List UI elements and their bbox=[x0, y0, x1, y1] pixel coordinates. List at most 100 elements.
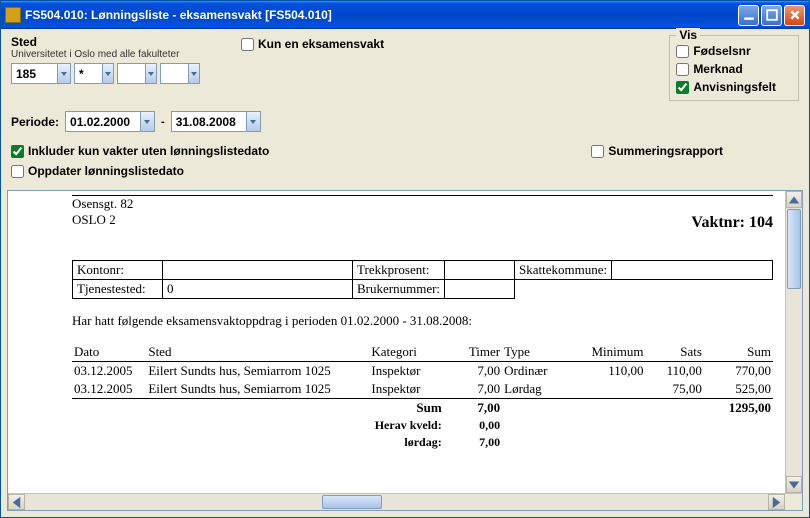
app-window: FS504.010: Lønningsliste - eksamensvakt … bbox=[0, 0, 810, 518]
period-text: Har hatt følgende eksamensvaktoppdrag i … bbox=[72, 313, 773, 329]
sum-label: Sum bbox=[369, 399, 443, 418]
close-button[interactable] bbox=[784, 5, 805, 26]
vis-anvisningsfelt-label: Anvisningsfelt bbox=[693, 80, 776, 94]
data-table: Dato Sted Kategori Timer Type Minimum Sa… bbox=[72, 343, 773, 451]
cell-timer: 7,00 bbox=[444, 380, 502, 399]
lordag-row: lørdag: 7,00 bbox=[72, 434, 773, 451]
chevron-down-icon[interactable] bbox=[102, 64, 113, 83]
sted-sublabel: Universitetet i Oslo med alle fakulteter bbox=[11, 49, 221, 60]
cell-timer: 7,00 bbox=[444, 362, 502, 381]
periode-from-input[interactable] bbox=[66, 115, 140, 129]
th-sats: Sats bbox=[646, 343, 704, 362]
minimize-button[interactable] bbox=[738, 5, 759, 26]
sum-total: 1295,00 bbox=[704, 399, 773, 418]
th-dato: Dato bbox=[72, 343, 146, 362]
sted-input-1[interactable] bbox=[12, 67, 57, 81]
periode-separator: - bbox=[161, 116, 165, 128]
inkluder-checkbox[interactable] bbox=[11, 145, 24, 158]
th-type: Type bbox=[502, 343, 571, 362]
scroll-corner bbox=[785, 494, 802, 510]
th-sted: Sted bbox=[146, 343, 369, 362]
scroll-right-button[interactable] bbox=[768, 494, 785, 510]
vis-merknad-row[interactable]: Merknad bbox=[676, 62, 776, 76]
scroll-down-button[interactable] bbox=[786, 476, 802, 493]
skattekommune-value bbox=[612, 261, 773, 280]
sted-input-2[interactable] bbox=[75, 67, 102, 81]
info-table: Kontonr: Trekkprosent: Skattekommune: Tj… bbox=[72, 260, 773, 299]
scroll-thumb-h[interactable] bbox=[322, 495, 382, 509]
herav-kveld-row: Herav kveld: 0,00 bbox=[72, 417, 773, 434]
sted-combo-3[interactable] bbox=[117, 63, 157, 84]
app-icon bbox=[5, 7, 21, 23]
chevron-down-icon[interactable] bbox=[140, 112, 154, 131]
vertical-scrollbar[interactable] bbox=[785, 191, 802, 493]
chevron-down-icon[interactable] bbox=[57, 64, 70, 83]
herav-kveld-label: Herav kveld: bbox=[369, 417, 443, 434]
tjenestested-value: 0 bbox=[163, 280, 353, 299]
periode-to-combo[interactable] bbox=[171, 111, 261, 132]
cell-sum: 525,00 bbox=[704, 380, 773, 399]
sted-input-4[interactable] bbox=[161, 67, 188, 81]
cell-sted: Eilert Sundts hus, Semiarrom 1025 bbox=[146, 380, 369, 399]
sum-row: Sum 7,00 1295,00 bbox=[72, 399, 773, 418]
kontonr-value bbox=[163, 261, 353, 280]
cell-sats: 110,00 bbox=[646, 362, 704, 381]
summering-label: Summeringsrapport bbox=[608, 144, 723, 158]
window-buttons bbox=[738, 5, 805, 26]
sted-combo-4[interactable] bbox=[160, 63, 200, 84]
report-body: Osensgt. 82 OSLO 2 Vaktnr: 104 Kontonr: … bbox=[8, 191, 785, 493]
scroll-up-button[interactable] bbox=[786, 191, 802, 208]
chevron-down-icon[interactable] bbox=[145, 64, 156, 83]
vaktnr: Vaktnr: 104 bbox=[691, 196, 773, 232]
sted-combo-1[interactable] bbox=[11, 63, 71, 84]
inkluder-label: Inkluder kun vakter uten lønningslisteda… bbox=[28, 144, 269, 158]
th-kategori: Kategori bbox=[369, 343, 443, 362]
vis-fodselsnr-checkbox[interactable] bbox=[676, 45, 689, 58]
oppdater-checkbox[interactable] bbox=[11, 165, 24, 178]
kontonr-label: Kontonr: bbox=[73, 261, 163, 280]
chevron-down-icon[interactable] bbox=[246, 112, 260, 131]
scroll-thumb[interactable] bbox=[787, 209, 801, 289]
maximize-button[interactable] bbox=[761, 5, 782, 26]
cell-dato: 03.12.2005 bbox=[72, 380, 146, 399]
summering-row[interactable]: Summeringsrapport bbox=[591, 144, 723, 158]
vaktnr-value: 104 bbox=[749, 214, 773, 231]
empty-cell bbox=[515, 280, 773, 299]
oppdater-row[interactable]: Oppdater lønningslistedato bbox=[11, 164, 799, 178]
kun-en-checkbox-row[interactable]: Kun en eksamensvakt bbox=[241, 37, 384, 51]
lordag-label: lørdag: bbox=[369, 434, 443, 451]
cell-sats: 75,00 bbox=[646, 380, 704, 399]
periode-to-input[interactable] bbox=[172, 115, 246, 129]
periode-label: Periode: bbox=[11, 115, 59, 129]
scroll-left-button[interactable] bbox=[8, 494, 25, 510]
sted-label: Sted bbox=[11, 35, 221, 49]
table-row: 03.12.2005 Eilert Sundts hus, Semiarrom … bbox=[72, 380, 773, 399]
sted-combo-2[interactable] bbox=[74, 63, 114, 84]
sted-input-3[interactable] bbox=[118, 67, 145, 81]
cell-minimum: 110,00 bbox=[571, 362, 645, 381]
sted-group: Sted Universitetet i Oslo med alle fakul… bbox=[11, 35, 221, 84]
vis-fodselsnr-row[interactable]: Fødselsnr bbox=[676, 44, 776, 58]
inkluder-row[interactable]: Inkluder kun vakter uten lønningslisteda… bbox=[11, 144, 269, 158]
sum-timer: 7,00 bbox=[444, 399, 502, 418]
window-title: FS504.010: Lønningsliste - eksamensvakt … bbox=[25, 8, 738, 22]
periode-from-combo[interactable] bbox=[65, 111, 155, 132]
vis-merknad-label: Merknad bbox=[693, 62, 742, 76]
vis-anvisningsfelt-checkbox[interactable] bbox=[676, 81, 689, 94]
cell-dato: 03.12.2005 bbox=[72, 362, 146, 381]
address-line-2: OSLO 2 bbox=[72, 212, 133, 228]
chevron-down-icon[interactable] bbox=[188, 64, 199, 83]
vis-fodselsnr-label: Fødselsnr bbox=[693, 44, 750, 58]
scroll-track-h[interactable] bbox=[25, 494, 768, 510]
horizontal-scrollbar[interactable] bbox=[8, 493, 802, 510]
kun-en-checkbox[interactable] bbox=[241, 38, 254, 51]
vis-anvisningsfelt-row[interactable]: Anvisningsfelt bbox=[676, 80, 776, 94]
summering-checkbox[interactable] bbox=[591, 145, 604, 158]
scroll-track[interactable] bbox=[786, 290, 802, 476]
kun-en-label: Kun en eksamensvakt bbox=[258, 37, 384, 51]
th-timer: Timer bbox=[444, 343, 502, 362]
vis-merknad-checkbox[interactable] bbox=[676, 63, 689, 76]
vis-group: Vis Fødselsnr Merknad Anvisningsfelt bbox=[669, 35, 799, 101]
table-row: 03.12.2005 Eilert Sundts hus, Semiarrom … bbox=[72, 362, 773, 381]
cell-kategori: Inspektør bbox=[369, 380, 443, 399]
